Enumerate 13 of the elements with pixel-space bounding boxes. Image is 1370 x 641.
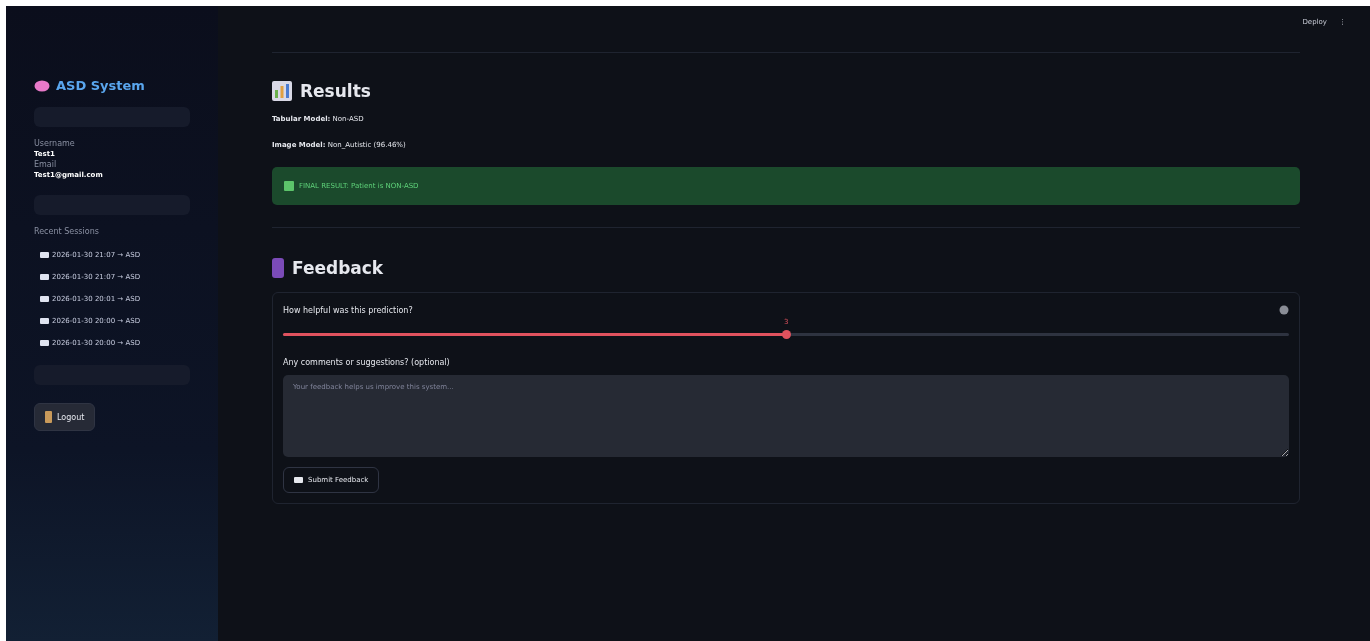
help-icon[interactable]	[1279, 305, 1289, 315]
slider-label: How helpful was this prediction?	[283, 305, 413, 315]
logout-button[interactable]: Logout	[34, 403, 96, 431]
feedback-heading: Feedback	[292, 258, 384, 278]
bar-chart-icon	[272, 81, 292, 101]
app-title: ASD System	[56, 78, 145, 93]
comment-label: Any comments or suggestions? (optional)	[283, 358, 451, 367]
slider-thumb[interactable]	[782, 330, 791, 339]
check-box-icon	[284, 181, 294, 191]
sessions-label: Recent Sessions	[34, 227, 100, 237]
email-label: Email	[34, 160, 58, 170]
results-heading: Results	[300, 81, 371, 101]
username-label: Username	[34, 139, 76, 149]
